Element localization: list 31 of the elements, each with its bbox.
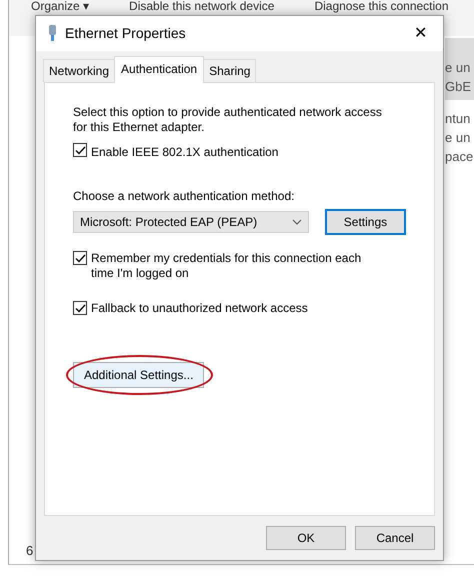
- tab[interactable]: Networking: [43, 59, 116, 82]
- status-text: 6: [26, 542, 34, 560]
- list-item-text: pace: [445, 148, 474, 166]
- toolbar-button[interactable]: Disable this network device: [129, 0, 274, 14]
- settings-button[interactable]: Settings: [324, 209, 406, 236]
- description-text: Select this option to provide authenticated network access for this Ethernet adapter.: [73, 105, 383, 136]
- toolbar-button[interactable]: Diagnose this connection: [314, 0, 449, 14]
- toolbar-button[interactable]: Organize ▾: [31, 0, 90, 14]
- additional-settings-button[interactable]: Additional Settings...: [73, 362, 204, 388]
- list-item[interactable]: e un GbE: [445, 38, 474, 100]
- list-item-text: e un: [445, 129, 472, 147]
- close-button[interactable]: ✕: [408, 22, 433, 46]
- tab[interactable]: Sharing: [203, 59, 256, 82]
- checkbox-label: Enable IEEE 802.1X authentication: [91, 144, 278, 162]
- checkbox[interactable]: [73, 143, 87, 158]
- list-item[interactable]: ntun e un pace: [445, 105, 474, 170]
- list-item-text: GbE: [445, 78, 472, 96]
- checkbox[interactable]: [73, 301, 87, 316]
- list-item-text: ntun: [445, 110, 472, 128]
- dialog-button[interactable]: OK: [266, 526, 346, 550]
- network-adapter-icon: [48, 25, 57, 42]
- tab[interactable]: Authentication: [114, 56, 204, 84]
- list-item-text: e un: [445, 59, 472, 77]
- dialog-button[interactable]: Cancel: [355, 526, 435, 550]
- method-label: Choose a network authentication method:: [73, 188, 296, 206]
- window-title: Ethernet Properties: [65, 24, 186, 44]
- checkbox[interactable]: [73, 251, 87, 266]
- method-dropdown[interactable]: Microsoft: Protected EAP (PEAP): [73, 211, 309, 234]
- chevron-down-icon: [292, 219, 302, 226]
- checkbox-label: Fallback to unauthorized network access: [91, 301, 308, 316]
- checkbox-label: Remember my credentials for this connection each time I'm logged on: [91, 251, 362, 282]
